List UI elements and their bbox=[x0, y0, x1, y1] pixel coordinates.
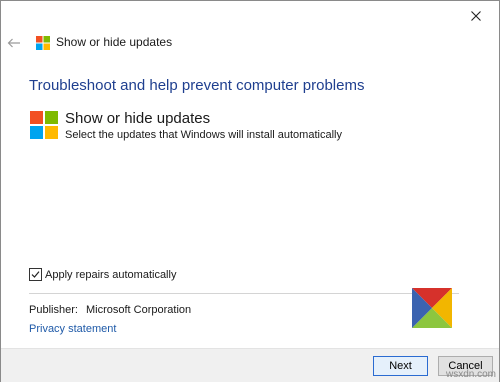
publisher-label: Publisher: bbox=[29, 304, 78, 316]
divider bbox=[29, 293, 459, 294]
publisher-info: Publisher: Microsoft Corporation bbox=[29, 304, 191, 316]
tool-description: Select the updates that Windows will ins… bbox=[65, 129, 342, 141]
next-button[interactable]: Next bbox=[373, 356, 428, 376]
page-heading: Troubleshoot and help prevent computer p… bbox=[29, 77, 365, 94]
back-button[interactable] bbox=[5, 35, 23, 51]
checkbox-box[interactable] bbox=[29, 268, 42, 281]
title-bar bbox=[1, 1, 499, 31]
troubleshooter-window: Show or hide updates Troubleshoot and he… bbox=[0, 0, 500, 382]
privacy-statement-link[interactable]: Privacy statement bbox=[29, 323, 116, 335]
apply-repairs-label: Apply repairs automatically bbox=[45, 268, 177, 281]
apply-repairs-checkbox[interactable]: Apply repairs automatically bbox=[29, 268, 176, 281]
publisher-name: Microsoft Corporation bbox=[85, 304, 192, 316]
checkmark-icon bbox=[31, 271, 40, 278]
close-button[interactable] bbox=[453, 1, 499, 31]
publisher-logo-icon bbox=[412, 288, 452, 328]
button-bar: Next Cancel bbox=[1, 348, 499, 382]
windows-logo-icon bbox=[36, 36, 50, 50]
windows-logo-icon bbox=[30, 111, 58, 139]
window-title: Show or hide updates bbox=[56, 35, 173, 49]
tool-title: Show or hide updates bbox=[65, 110, 211, 127]
close-icon bbox=[471, 11, 481, 21]
watermark-text: wsxdn.com bbox=[445, 369, 496, 380]
back-arrow-icon bbox=[7, 38, 20, 48]
